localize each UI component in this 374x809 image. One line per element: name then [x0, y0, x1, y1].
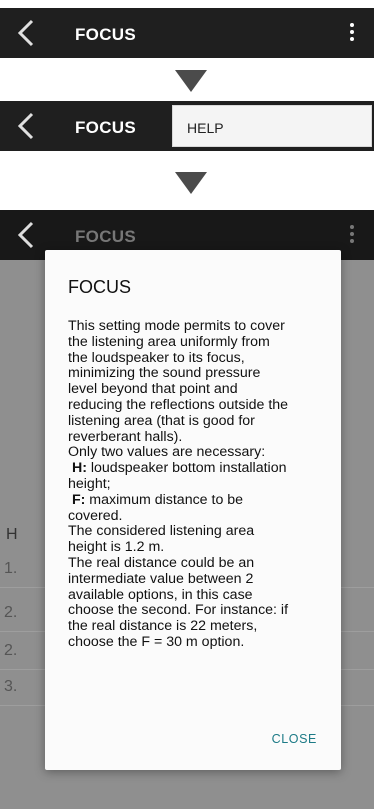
dialog-line: reverberant halls). — [68, 428, 183, 445]
dialog-title: FOCUS — [68, 277, 131, 297]
toolbar-screen2: FOCUS HELP — [0, 101, 374, 151]
dialog-line: choose the F = 30 m option. — [68, 633, 245, 650]
menu-item-help[interactable]: HELP — [172, 105, 372, 147]
down-arrow-icon — [175, 70, 207, 92]
dialog-line: the real distance is 22 meters, — [68, 618, 258, 635]
dialog-line: intermediate value between 2 — [68, 570, 254, 587]
dialog-line: H: loudspeaker bottom installation — [68, 460, 332, 477]
back-chevron-icon[interactable] — [12, 18, 42, 48]
down-arrow-icon — [175, 172, 207, 194]
close-button[interactable]: CLOSE — [272, 732, 317, 746]
f-label: F: — [71, 491, 86, 508]
dialog-line: the listening area uniformly from — [68, 333, 270, 350]
dialog-line: available options, in this case — [68, 586, 253, 603]
dialog-body: This setting mode permits to cover the l… — [68, 318, 332, 651]
h-label: H: — [71, 460, 87, 477]
dialog-line: height is 1.2 m. — [68, 539, 165, 556]
dialog-line: choose the second. For instance: if — [68, 602, 289, 619]
dialog-line: covered. — [68, 507, 123, 524]
overflow-menu-icon[interactable] — [340, 222, 364, 248]
dialog-line: The considered listening area — [68, 523, 255, 540]
help-dialog: FOCUS This setting mode permits to cover… — [45, 250, 341, 770]
dialog-line: This setting mode permits to cover — [68, 318, 285, 334]
page-title: FOCUS — [75, 227, 136, 246]
menu-item-label: HELP — [187, 120, 224, 136]
back-chevron-icon[interactable] — [12, 220, 42, 250]
f-text: maximum distance to be — [85, 491, 244, 508]
toolbar-screen1: FOCUS — [0, 8, 374, 58]
page-title: FOCUS — [75, 25, 136, 44]
overflow-menu-icon[interactable] — [340, 20, 364, 46]
background-heading: H — [6, 526, 18, 543]
dialog-line: reducing the reflections outside the — [68, 396, 289, 413]
dialog-line: level beyond that point and — [68, 381, 238, 398]
dialog-line: minimizing the sound pressure — [68, 365, 261, 382]
dialog-line: listening area (that is good for — [68, 412, 255, 429]
dialog-line: The real distance could be an — [68, 554, 255, 571]
dialog-line: the loudspeaker to its focus, — [68, 349, 245, 366]
dialog-line: Only two values are necessary: — [68, 444, 266, 461]
dialog-line: F: maximum distance to be — [68, 491, 332, 509]
h-text: loudspeaker bottom installation — [86, 460, 287, 477]
dialog-line: height; — [68, 475, 111, 492]
back-chevron-icon[interactable] — [12, 111, 42, 141]
page-title: FOCUS — [75, 118, 136, 137]
